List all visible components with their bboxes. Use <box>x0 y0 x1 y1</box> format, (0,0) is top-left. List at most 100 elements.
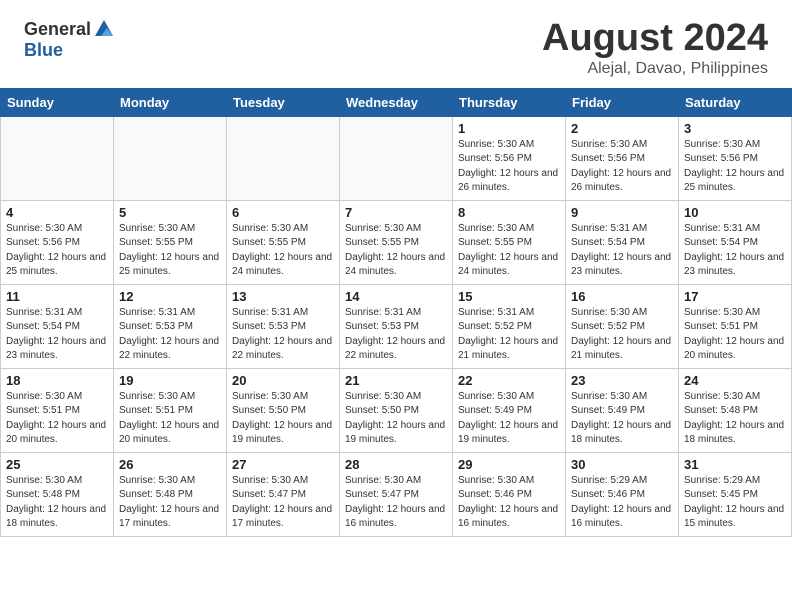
calendar-cell: 28 Sunrise: 5:30 AM Sunset: 5:47 PM Dayli… <box>340 452 453 536</box>
calendar-cell: 21 Sunrise: 5:30 AM Sunset: 5:50 PM Dayli… <box>340 368 453 452</box>
calendar-cell: 18Sunrise: 5:30 AM Sunset: 5:51 PM Dayli… <box>1 368 114 452</box>
calendar-cell: 15 Sunrise: 5:31 AM Sunset: 5:52 PM Dayli… <box>453 284 566 368</box>
day-number: 7 <box>345 205 447 220</box>
day-info: Sunrise: 5:30 AM Sunset: 5:50 PM Dayligh… <box>345 390 447 448</box>
day-of-week-header: Saturday <box>679 88 792 116</box>
day-info: Sunrise: 5:30 AM Sunset: 5:56 PM Dayligh… <box>684 138 786 196</box>
calendar-header-row: SundayMondayTuesdayWednesdayThursdayFrid… <box>1 88 792 116</box>
calendar-cell: 19 Sunrise: 5:30 AM Sunset: 5:51 PM Dayli… <box>114 368 227 452</box>
day-info: Sunrise: 5:30 AM Sunset: 5:56 PM Dayligh… <box>571 138 673 196</box>
day-info: Sunrise: 5:30 AM Sunset: 5:46 PM Dayligh… <box>458 474 560 532</box>
day-number: 13 <box>232 289 334 304</box>
day-number: 16 <box>571 289 673 304</box>
day-of-week-header: Monday <box>114 88 227 116</box>
day-info: Sunrise: 5:31 AM Sunset: 5:54 PM Dayligh… <box>6 306 108 364</box>
day-info: Sunrise: 5:31 AM Sunset: 5:52 PM Dayligh… <box>458 306 560 364</box>
calendar-cell <box>227 116 340 200</box>
day-number: 10 <box>684 205 786 220</box>
day-number: 15 <box>458 289 560 304</box>
day-number: 4 <box>6 205 108 220</box>
day-number: 30 <box>571 457 673 472</box>
calendar-cell: 23Sunrise: 5:30 AM Sunset: 5:49 PM Dayli… <box>566 368 679 452</box>
day-of-week-header: Tuesday <box>227 88 340 116</box>
day-number: 11 <box>6 289 108 304</box>
calendar-cell <box>1 116 114 200</box>
day-info: Sunrise: 5:30 AM Sunset: 5:49 PM Dayligh… <box>458 390 560 448</box>
calendar-cell: 22 Sunrise: 5:30 AM Sunset: 5:49 PM Dayli… <box>453 368 566 452</box>
day-info: Sunrise: 5:30 AM Sunset: 5:48 PM Dayligh… <box>684 390 786 448</box>
day-number: 26 <box>119 457 221 472</box>
day-number: 17 <box>684 289 786 304</box>
day-info: Sunrise: 5:31 AM Sunset: 5:54 PM Dayligh… <box>571 222 673 280</box>
calendar-cell: 29 Sunrise: 5:30 AM Sunset: 5:46 PM Dayli… <box>453 452 566 536</box>
calendar-cell: 16Sunrise: 5:30 AM Sunset: 5:52 PM Dayli… <box>566 284 679 368</box>
day-number: 23 <box>571 373 673 388</box>
calendar-cell: 6 Sunrise: 5:30 AM Sunset: 5:55 PM Daylig… <box>227 200 340 284</box>
calendar-cell: 9 Sunrise: 5:31 AM Sunset: 5:54 PM Daylig… <box>566 200 679 284</box>
calendar-cell: 30 Sunrise: 5:29 AM Sunset: 5:46 PM Dayli… <box>566 452 679 536</box>
calendar-cell: 11 Sunrise: 5:31 AM Sunset: 5:54 PM Dayli… <box>1 284 114 368</box>
title-block: August 2024 Alejal, Davao, Philippines <box>542 18 768 78</box>
calendar-week-row: 4Sunrise: 5:30 AM Sunset: 5:56 PM Daylig… <box>1 200 792 284</box>
day-number: 5 <box>119 205 221 220</box>
day-number: 6 <box>232 205 334 220</box>
calendar-cell: 17Sunrise: 5:30 AM Sunset: 5:51 PM Dayli… <box>679 284 792 368</box>
logo-icon <box>93 18 115 40</box>
day-info: Sunrise: 5:30 AM Sunset: 5:50 PM Dayligh… <box>232 390 334 448</box>
calendar-cell: 3 Sunrise: 5:30 AM Sunset: 5:56 PM Daylig… <box>679 116 792 200</box>
calendar-cell: 10Sunrise: 5:31 AM Sunset: 5:54 PM Dayli… <box>679 200 792 284</box>
day-info: Sunrise: 5:30 AM Sunset: 5:48 PM Dayligh… <box>119 474 221 532</box>
day-number: 24 <box>684 373 786 388</box>
day-number: 8 <box>458 205 560 220</box>
day-of-week-header: Wednesday <box>340 88 453 116</box>
day-number: 27 <box>232 457 334 472</box>
calendar-table: SundayMondayTuesdayWednesdayThursdayFrid… <box>0 88 792 537</box>
day-of-week-header: Friday <box>566 88 679 116</box>
page-header: General Blue August 2024 Alejal, Davao, … <box>0 0 792 88</box>
day-info: Sunrise: 5:29 AM Sunset: 5:46 PM Dayligh… <box>571 474 673 532</box>
day-info: Sunrise: 5:30 AM Sunset: 5:55 PM Dayligh… <box>119 222 221 280</box>
day-info: Sunrise: 5:30 AM Sunset: 5:51 PM Dayligh… <box>119 390 221 448</box>
calendar-week-row: 25 Sunrise: 5:30 AM Sunset: 5:48 PM Dayli… <box>1 452 792 536</box>
calendar-cell: 7Sunrise: 5:30 AM Sunset: 5:55 PM Daylig… <box>340 200 453 284</box>
calendar-cell: 24 Sunrise: 5:30 AM Sunset: 5:48 PM Dayli… <box>679 368 792 452</box>
calendar-body: 1 Sunrise: 5:30 AM Sunset: 5:56 PM Daylig… <box>1 116 792 536</box>
day-info: Sunrise: 5:30 AM Sunset: 5:51 PM Dayligh… <box>6 390 108 448</box>
day-number: 2 <box>571 121 673 136</box>
calendar-cell: 20Sunrise: 5:30 AM Sunset: 5:50 PM Dayli… <box>227 368 340 452</box>
day-number: 9 <box>571 205 673 220</box>
calendar-cell: 4Sunrise: 5:30 AM Sunset: 5:56 PM Daylig… <box>1 200 114 284</box>
calendar-cell: 13Sunrise: 5:31 AM Sunset: 5:53 PM Dayli… <box>227 284 340 368</box>
calendar-week-row: 11 Sunrise: 5:31 AM Sunset: 5:54 PM Dayli… <box>1 284 792 368</box>
day-info: Sunrise: 5:30 AM Sunset: 5:55 PM Dayligh… <box>232 222 334 280</box>
day-number: 14 <box>345 289 447 304</box>
day-number: 25 <box>6 457 108 472</box>
day-number: 3 <box>684 121 786 136</box>
day-number: 21 <box>345 373 447 388</box>
day-info: Sunrise: 5:30 AM Sunset: 5:55 PM Dayligh… <box>458 222 560 280</box>
calendar-cell: 26 Sunrise: 5:30 AM Sunset: 5:48 PM Dayli… <box>114 452 227 536</box>
calendar-cell: 12Sunrise: 5:31 AM Sunset: 5:53 PM Dayli… <box>114 284 227 368</box>
calendar-cell: 14 Sunrise: 5:31 AM Sunset: 5:53 PM Dayli… <box>340 284 453 368</box>
day-number: 28 <box>345 457 447 472</box>
calendar-cell <box>340 116 453 200</box>
logo: General Blue <box>24 18 115 61</box>
calendar-cell: 2 Sunrise: 5:30 AM Sunset: 5:56 PM Daylig… <box>566 116 679 200</box>
calendar-cell <box>114 116 227 200</box>
calendar-cell: 25Sunrise: 5:30 AM Sunset: 5:48 PM Dayli… <box>1 452 114 536</box>
day-info: Sunrise: 5:30 AM Sunset: 5:47 PM Dayligh… <box>345 474 447 532</box>
calendar-cell: 27Sunrise: 5:30 AM Sunset: 5:47 PM Dayli… <box>227 452 340 536</box>
day-of-week-header: Sunday <box>1 88 114 116</box>
logo-blue-text: Blue <box>24 40 63 60</box>
logo-general: General <box>24 18 115 40</box>
calendar-week-row: 18Sunrise: 5:30 AM Sunset: 5:51 PM Dayli… <box>1 368 792 452</box>
day-number: 22 <box>458 373 560 388</box>
calendar-cell: 31Sunrise: 5:29 AM Sunset: 5:45 PM Dayli… <box>679 452 792 536</box>
day-info: Sunrise: 5:31 AM Sunset: 5:53 PM Dayligh… <box>345 306 447 364</box>
day-number: 19 <box>119 373 221 388</box>
sub-title: Alejal, Davao, Philippines <box>542 60 768 78</box>
day-number: 29 <box>458 457 560 472</box>
day-number: 1 <box>458 121 560 136</box>
calendar-cell: 8 Sunrise: 5:30 AM Sunset: 5:55 PM Daylig… <box>453 200 566 284</box>
calendar-cell: 1Sunrise: 5:30 AM Sunset: 5:56 PM Daylig… <box>453 116 566 200</box>
